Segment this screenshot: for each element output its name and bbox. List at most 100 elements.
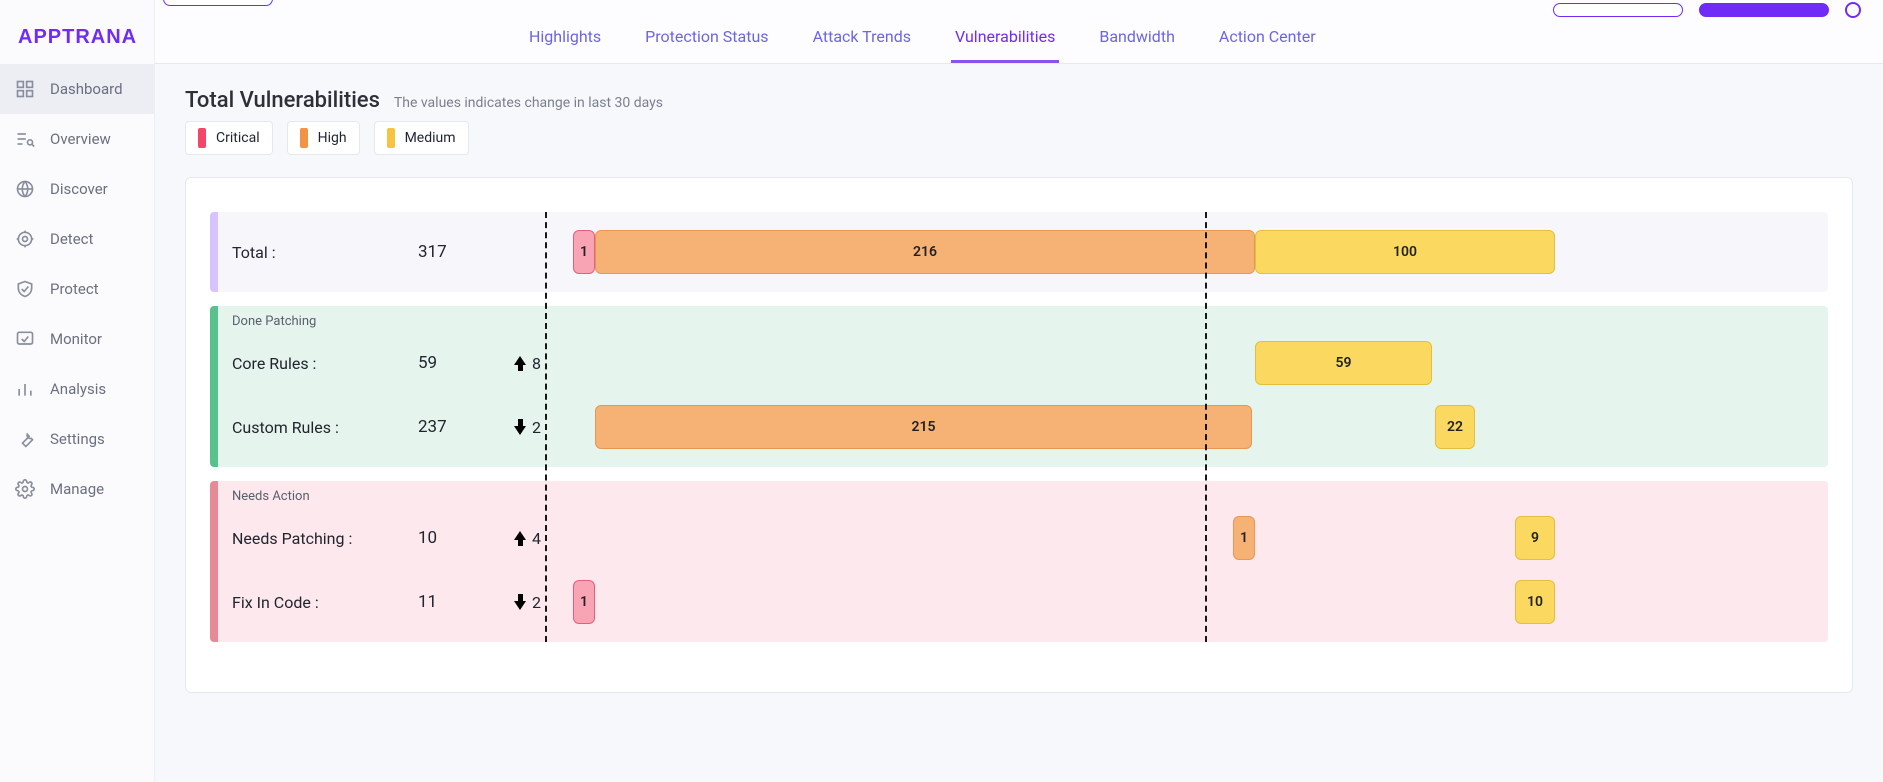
row-count: 59 xyxy=(418,353,508,373)
tab-protection-status[interactable]: Protection Status xyxy=(641,15,772,63)
chart-row: Custom Rules : 237 2 21522 xyxy=(210,395,1828,459)
topbar: Highlights Protection Status Attack Tren… xyxy=(155,0,1883,64)
row-label: Total : xyxy=(232,243,412,262)
section-stripe xyxy=(210,212,218,292)
legend-high[interactable]: High xyxy=(287,121,360,155)
row-label: Needs Patching : xyxy=(232,529,412,548)
tab-action-center[interactable]: Action Center xyxy=(1215,15,1320,63)
bar-high: 216 xyxy=(595,230,1255,274)
sidebar-item-label: Analysis xyxy=(50,380,106,398)
legend-label: Medium xyxy=(405,130,456,146)
monitor-check-icon xyxy=(14,328,36,350)
target-icon xyxy=(14,228,36,250)
section-needs: Needs Action Needs Patching : 10 4 19 Fi… xyxy=(210,481,1828,642)
top-actions xyxy=(1553,0,1861,20)
sidebar: APPTRANA Dashboard Overview Discover Det… xyxy=(0,0,155,782)
row-label: Fix In Code : xyxy=(232,593,412,612)
sidebar-item-label: Dashboard xyxy=(50,80,123,98)
legend-label: High xyxy=(318,130,347,146)
swatch-high-icon xyxy=(300,128,308,148)
row-label: Core Rules : xyxy=(232,354,412,373)
sidebar-item-label: Settings xyxy=(50,430,105,448)
chart-rows: Total : 317 1216100 Done Patching Core R… xyxy=(210,212,1828,642)
chart-row: Needs Patching : 10 4 19 xyxy=(210,506,1828,570)
row-delta: 8 xyxy=(514,354,564,373)
tab-bandwidth[interactable]: Bandwidth xyxy=(1095,15,1179,63)
section-total: Total : 317 1216100 xyxy=(210,212,1828,292)
bar-chart-icon xyxy=(14,378,36,400)
vulnerabilities-card: Total : 317 1216100 Done Patching Core R… xyxy=(185,177,1853,693)
top-primary-button[interactable] xyxy=(1699,3,1829,17)
guide-line-1 xyxy=(545,212,547,642)
sidebar-item-label: Overview xyxy=(50,130,111,148)
sidebar-item-dashboard[interactable]: Dashboard xyxy=(0,64,154,114)
legend-critical[interactable]: Critical xyxy=(185,121,273,155)
arrow-down-icon xyxy=(514,595,526,610)
gear-icon xyxy=(14,478,36,500)
chart-row: Fix In Code : 11 2 1 10 xyxy=(210,570,1828,634)
row-count: 237 xyxy=(418,417,508,437)
sidebar-item-settings[interactable]: Settings xyxy=(0,414,154,464)
bar-critical: 1 xyxy=(573,580,595,624)
list-search-icon xyxy=(14,128,36,150)
sidebar-item-detect[interactable]: Detect xyxy=(0,214,154,264)
arrow-up-icon xyxy=(514,356,526,371)
swatch-medium-icon xyxy=(387,128,395,148)
top-circle-button[interactable] xyxy=(1845,2,1861,18)
page-subtitle: The values indicates change in last 30 d… xyxy=(394,95,663,111)
tab-attack-trends[interactable]: Attack Trends xyxy=(809,15,915,63)
row-count: 317 xyxy=(418,242,508,262)
bar-track: 1 10 xyxy=(570,580,1816,624)
app-root: APPTRANA Dashboard Overview Discover Det… xyxy=(0,0,1883,782)
section-title: Done Patching xyxy=(210,314,1828,331)
content: Total Vulnerabilities The values indicat… xyxy=(155,64,1883,717)
tabs: Highlights Protection Status Attack Tren… xyxy=(525,15,1320,63)
row-delta: 2 xyxy=(514,418,564,437)
section-done: Done Patching Core Rules : 59 8 59 Custo… xyxy=(210,306,1828,467)
dashboard-icon xyxy=(14,78,36,100)
sidebar-item-label: Detect xyxy=(50,230,93,248)
sidebar-item-protect[interactable]: Protect xyxy=(0,264,154,314)
section-stripe xyxy=(210,306,218,467)
bar-medium: 59 xyxy=(1255,341,1432,385)
legend-medium[interactable]: Medium xyxy=(374,121,469,155)
row-delta: 2 xyxy=(514,593,564,612)
sidebar-item-overview[interactable]: Overview xyxy=(0,114,154,164)
bar-high: 1 xyxy=(1233,516,1255,560)
row-delta: 4 xyxy=(514,529,564,548)
row-count: 11 xyxy=(418,592,508,612)
chart-row: Core Rules : 59 8 59 xyxy=(210,331,1828,395)
bar-high: 215 xyxy=(595,405,1252,449)
bar-medium: 10 xyxy=(1515,580,1555,624)
tab-vulnerabilities[interactable]: Vulnerabilities xyxy=(951,15,1059,63)
sidebar-item-manage[interactable]: Manage xyxy=(0,464,154,514)
sidebar-item-label: Manage xyxy=(50,480,104,498)
sidebar-item-label: Protect xyxy=(50,280,99,298)
bar-track: 21522 xyxy=(570,405,1816,449)
sidebar-item-discover[interactable]: Discover xyxy=(0,164,154,214)
legend-label: Critical xyxy=(216,130,260,146)
main: Highlights Protection Status Attack Tren… xyxy=(155,0,1883,782)
bar-critical: 1 xyxy=(573,230,595,274)
top-left-pill[interactable] xyxy=(163,0,273,6)
section-stripe xyxy=(210,481,218,642)
row-count: 10 xyxy=(418,528,508,548)
row-label: Custom Rules : xyxy=(232,418,412,437)
sidebar-item-monitor[interactable]: Monitor xyxy=(0,314,154,364)
sidebar-item-label: Discover xyxy=(50,180,108,198)
sidebar-item-analysis[interactable]: Analysis xyxy=(0,364,154,414)
legend: Critical High Medium xyxy=(185,121,1853,155)
top-outline-button[interactable] xyxy=(1553,3,1683,17)
sidebar-item-label: Monitor xyxy=(50,330,102,348)
arrow-down-icon xyxy=(514,420,526,435)
shield-icon xyxy=(14,278,36,300)
page-header: Total Vulnerabilities The values indicat… xyxy=(185,88,1853,113)
bar-track: 59 xyxy=(570,341,1816,385)
brand-logo: APPTRANA xyxy=(0,10,154,64)
swatch-critical-icon xyxy=(198,128,206,148)
page-title: Total Vulnerabilities xyxy=(185,88,380,113)
tab-highlights[interactable]: Highlights xyxy=(525,15,605,63)
arrow-up-icon xyxy=(514,531,526,546)
bar-track: 19 xyxy=(570,516,1816,560)
chart-row: Total : 317 1216100 xyxy=(210,220,1828,284)
